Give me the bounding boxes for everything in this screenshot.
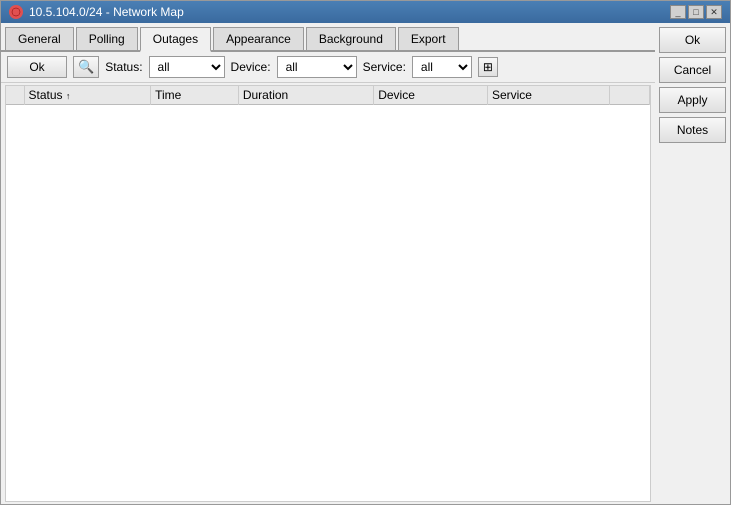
tabs-bar: General Polling Outages Appearance Backg… <box>1 23 655 52</box>
notes-button[interactable]: Notes <box>659 117 726 143</box>
cancel-button[interactable]: Cancel <box>659 57 726 83</box>
toolbar: Ok 🔍 Status: all active resolved Device:… <box>1 52 655 83</box>
status-label: Status: <box>105 60 142 74</box>
tab-appearance[interactable]: Appearance <box>213 27 304 50</box>
minimize-button[interactable]: _ <box>670 5 686 19</box>
main-content: General Polling Outages Appearance Backg… <box>1 23 730 504</box>
title-bar: 10.5.104.0/24 - Network Map _ □ ✕ <box>1 1 730 23</box>
remove-resolved-button[interactable]: Ok <box>7 56 67 78</box>
service-dropdown[interactable]: all <box>412 56 472 78</box>
tab-general[interactable]: General <box>5 27 74 50</box>
table-header-row: Status ↑ Time Duration Device Service <box>6 86 650 105</box>
ok-button[interactable]: Ok <box>659 27 726 53</box>
right-panel: Ok Cancel Apply Notes <box>655 23 730 504</box>
tab-polling[interactable]: Polling <box>76 27 138 50</box>
col-time[interactable]: Time <box>151 86 239 105</box>
window-title: 10.5.104.0/24 - Network Map <box>29 5 184 19</box>
tab-export[interactable]: Export <box>398 27 459 50</box>
outages-table-container[interactable]: Status ↑ Time Duration Device Service <box>5 85 651 502</box>
col-service[interactable]: Service <box>487 86 609 105</box>
status-dropdown[interactable]: all active resolved <box>149 56 225 78</box>
outages-table: Status ↑ Time Duration Device Service <box>6 86 650 105</box>
maximize-button[interactable]: □ <box>688 5 704 19</box>
col-extra <box>610 86 650 105</box>
device-dropdown[interactable]: all <box>277 56 357 78</box>
device-label: Device: <box>231 60 271 74</box>
col-device[interactable]: Device <box>374 86 488 105</box>
tab-outages[interactable]: Outages <box>140 27 211 52</box>
col-duration[interactable]: Duration <box>238 86 373 105</box>
col-status[interactable]: Status ↑ <box>24 86 151 105</box>
tab-background[interactable]: Background <box>306 27 396 50</box>
left-panel: General Polling Outages Appearance Backg… <box>1 23 655 504</box>
search-button[interactable]: 🔍 <box>73 56 99 78</box>
col-flag <box>6 86 24 105</box>
main-window: 10.5.104.0/24 - Network Map _ □ ✕ Genera… <box>0 0 731 505</box>
apply-button[interactable]: Apply <box>659 87 726 113</box>
window-icon <box>9 5 23 19</box>
close-button[interactable]: ✕ <box>706 5 722 19</box>
view-toggle-button[interactable]: ⊞ <box>478 57 498 77</box>
service-label: Service: <box>363 60 406 74</box>
